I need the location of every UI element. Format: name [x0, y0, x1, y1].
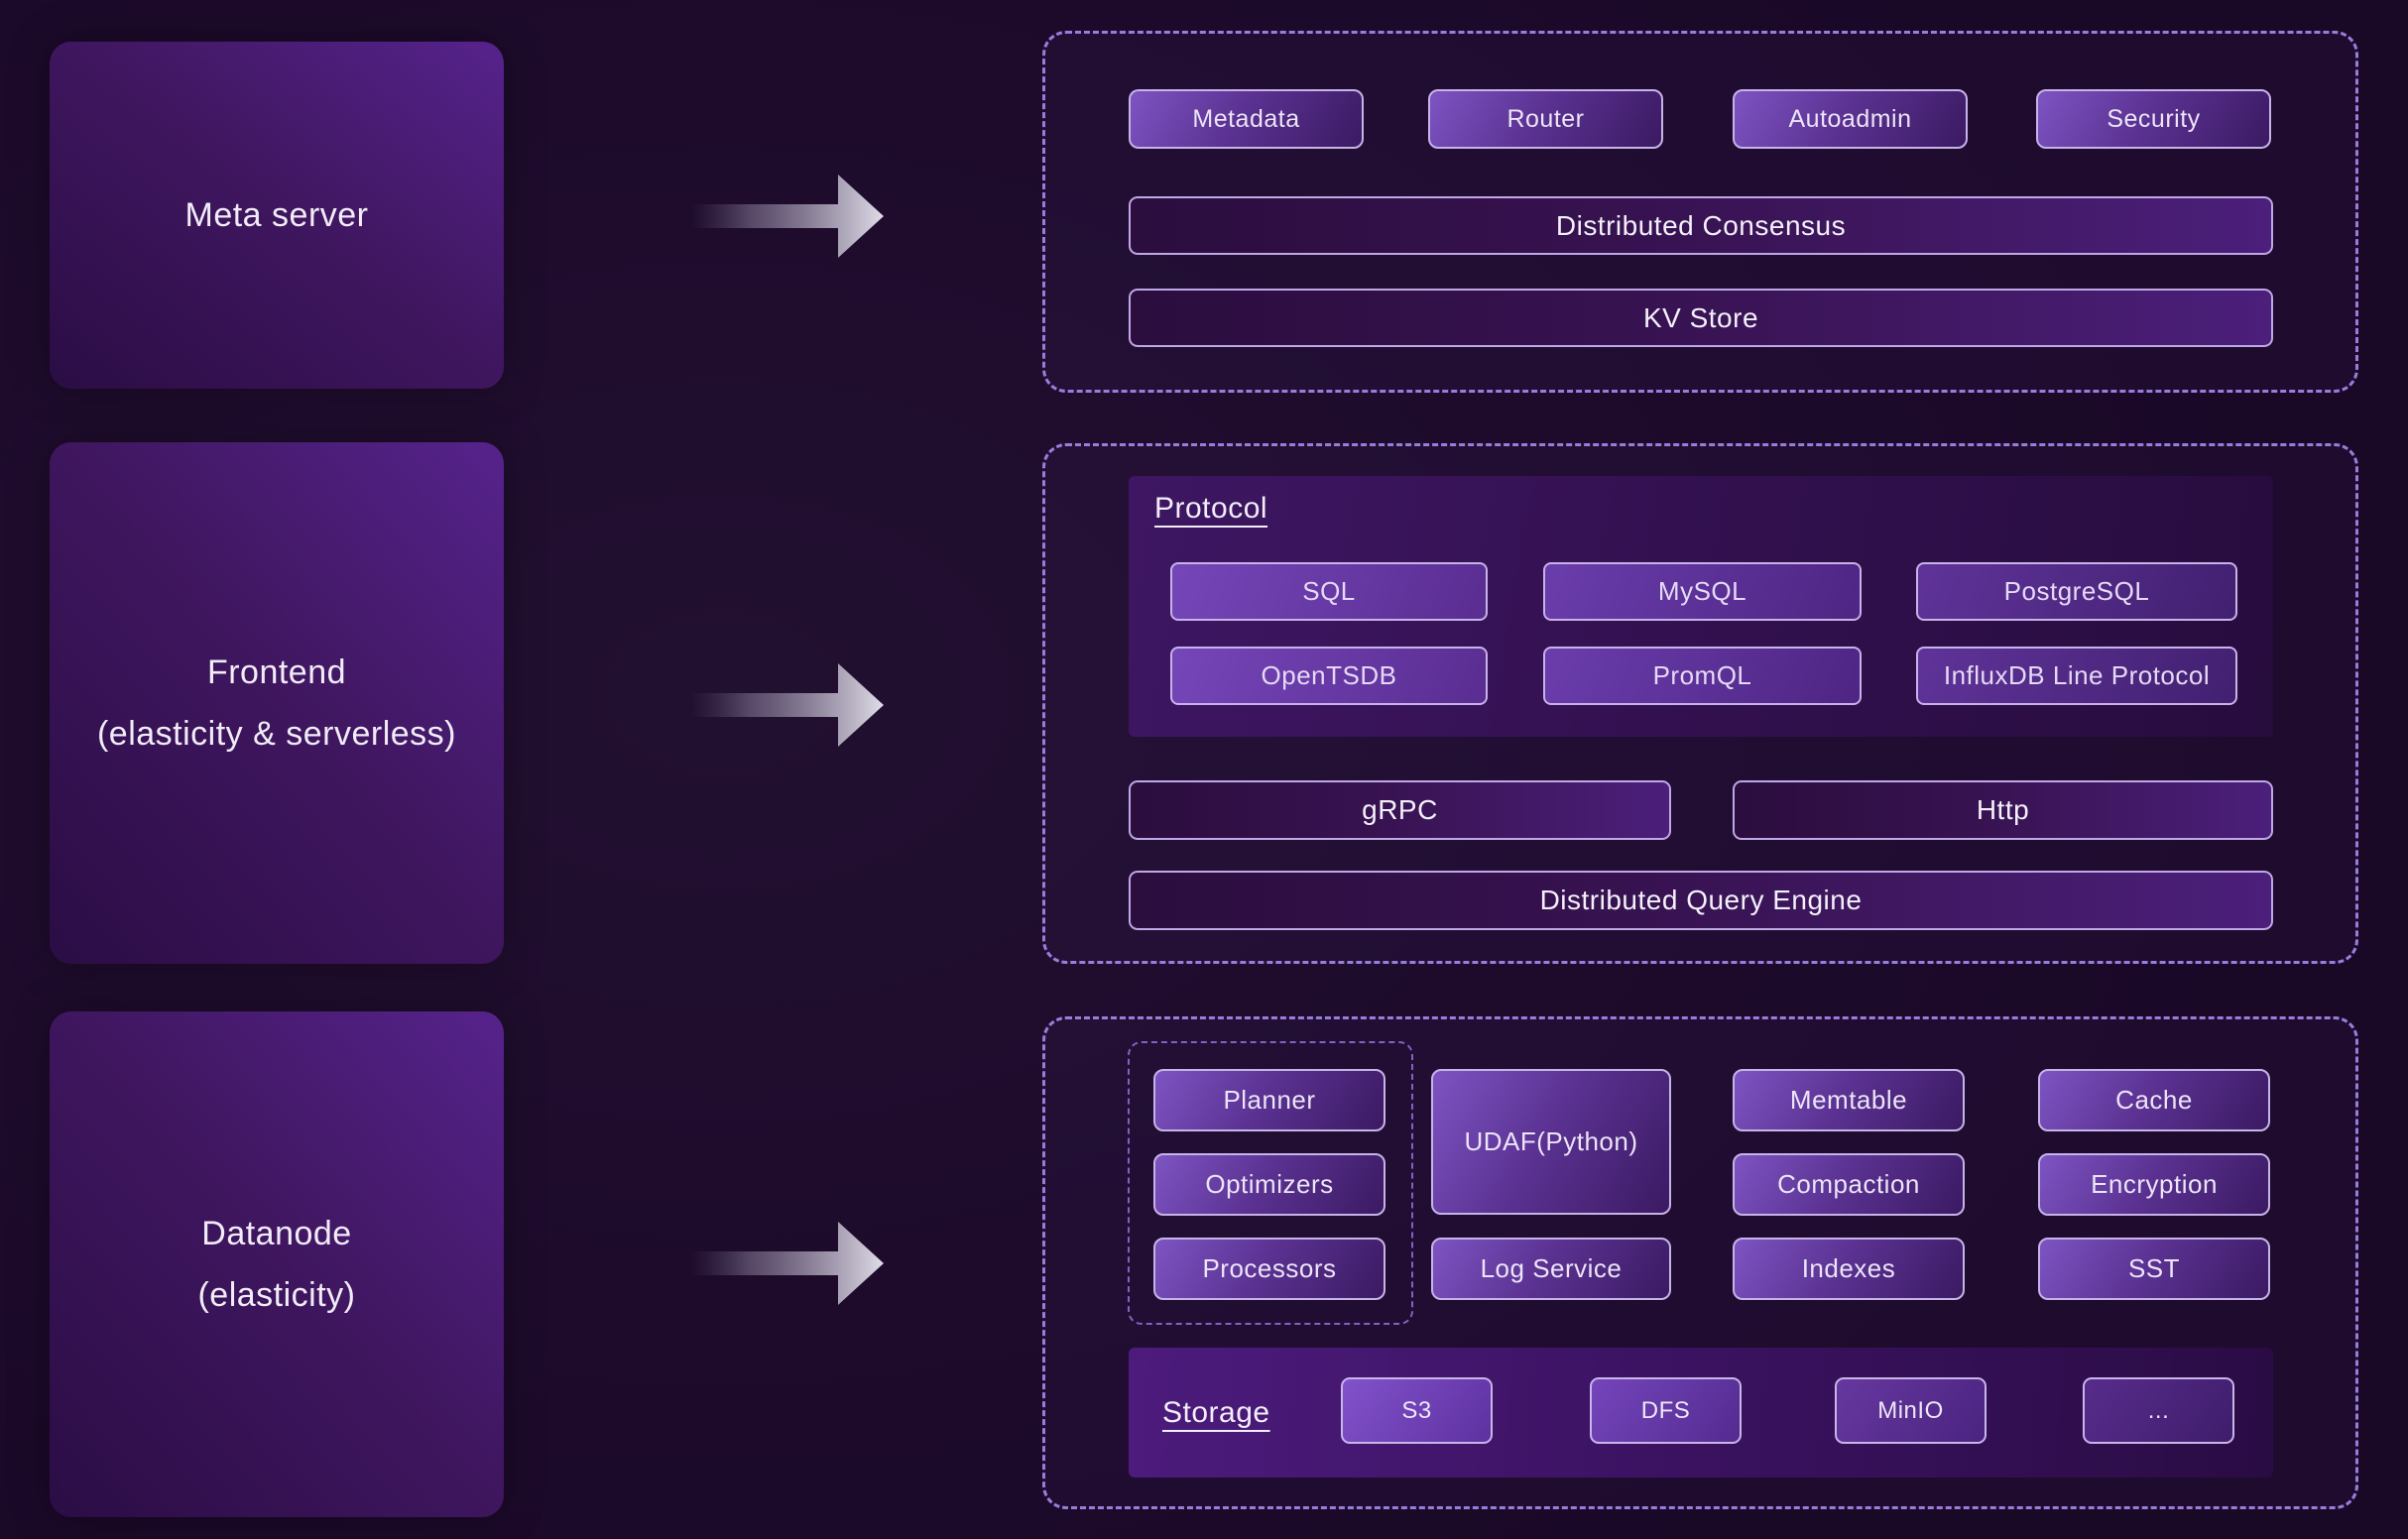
- more-backends-block: ...: [2083, 1377, 2234, 1444]
- right-arrow-icon: [691, 1216, 886, 1311]
- right-arrow-icon: [691, 657, 886, 753]
- grpc-bar: gRPC: [1129, 780, 1671, 840]
- sst-block: SST: [2038, 1238, 2270, 1300]
- meta-server-panel: Metadata Router Autoadmin Security Distr…: [1042, 31, 2358, 393]
- sql-block: SQL: [1170, 562, 1488, 621]
- http-bar: Http: [1733, 780, 2273, 840]
- metadata-block: Metadata: [1129, 89, 1364, 149]
- security-block: Security: [2036, 89, 2271, 149]
- storage-group: Storage S3 DFS MinIO ...: [1129, 1348, 2273, 1478]
- meta-server-node: Meta server: [50, 42, 504, 389]
- opentsdb-block: OpenTSDB: [1170, 647, 1488, 705]
- influxdb-line-protocol-block: InfluxDB Line Protocol: [1916, 647, 2237, 705]
- planner-block: Planner: [1153, 1069, 1385, 1131]
- datanode-label-line1: Datanode: [201, 1203, 351, 1264]
- optimizers-block: Optimizers: [1153, 1153, 1385, 1216]
- promql-block: PromQL: [1543, 647, 1862, 705]
- frontend-label-line1: Frontend: [207, 642, 346, 703]
- frontend-panel: Protocol SQL MySQL PostgreSQL OpenTSDB P…: [1042, 443, 2358, 964]
- log-service-block: Log Service: [1431, 1238, 1671, 1300]
- encryption-block: Encryption: [2038, 1153, 2270, 1216]
- processors-block: Processors: [1153, 1238, 1385, 1300]
- memtable-block: Memtable: [1733, 1069, 1965, 1131]
- meta-server-label: Meta server: [185, 184, 369, 246]
- mysql-block: MySQL: [1543, 562, 1862, 621]
- datanode-label-line2: (elasticity): [197, 1264, 355, 1326]
- autoadmin-block: Autoadmin: [1733, 89, 1968, 149]
- frontend-label-line2: (elasticity & serverless): [97, 703, 456, 765]
- dfs-block: DFS: [1590, 1377, 1742, 1444]
- minio-block: MinIO: [1835, 1377, 1987, 1444]
- indexes-block: Indexes: [1733, 1238, 1965, 1300]
- protocol-group: Protocol SQL MySQL PostgreSQL OpenTSDB P…: [1129, 476, 2273, 737]
- datanode-panel: Planner Optimizers Processors UDAF(Pytho…: [1042, 1016, 2358, 1509]
- cache-block: Cache: [2038, 1069, 2270, 1131]
- datanode-node: Datanode (elasticity): [50, 1011, 504, 1517]
- router-block: Router: [1428, 89, 1663, 149]
- distributed-consensus-bar: Distributed Consensus: [1129, 196, 2273, 255]
- postgresql-block: PostgreSQL: [1916, 562, 2237, 621]
- architecture-diagram: Meta server Frontend (elasticity & serve…: [0, 0, 2408, 1539]
- compaction-block: Compaction: [1733, 1153, 1965, 1216]
- kv-store-bar: KV Store: [1129, 289, 2273, 347]
- right-arrow-icon: [691, 169, 886, 264]
- s3-block: S3: [1341, 1377, 1493, 1444]
- udaf-python-block: UDAF(Python): [1431, 1069, 1671, 1215]
- frontend-node: Frontend (elasticity & serverless): [50, 442, 504, 964]
- storage-title: Storage: [1162, 1396, 1270, 1430]
- protocol-title: Protocol: [1154, 492, 1267, 526]
- distributed-query-engine-bar: Distributed Query Engine: [1129, 871, 2273, 930]
